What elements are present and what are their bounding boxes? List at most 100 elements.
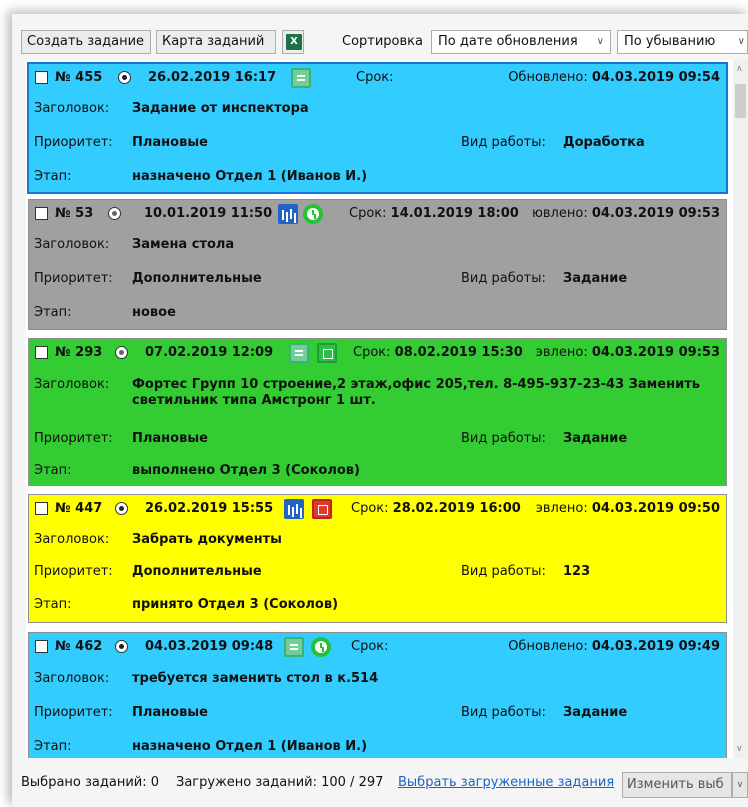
chevron-down-icon[interactable]: ∨ xyxy=(732,772,748,798)
title-label: Заголовок: xyxy=(34,101,110,116)
clock-icon xyxy=(311,637,331,657)
sort-order-select[interactable]: По убыванию ∨ xyxy=(617,30,748,54)
export-excel-button[interactable]: X xyxy=(282,30,304,54)
task-number: № 53 xyxy=(55,206,94,221)
task-card[interactable]: № 462 04.03.2019 09:48 Срок: Обновлено: … xyxy=(28,632,727,758)
task-number: № 447 xyxy=(55,501,103,516)
create-task-button[interactable]: Создать задание xyxy=(21,30,151,54)
title-label: Заголовок: xyxy=(34,671,110,686)
task-work-type: 123 xyxy=(563,564,591,579)
list-scrollbar[interactable]: ∧ ∨ xyxy=(733,60,748,758)
task-radio[interactable] xyxy=(115,640,128,653)
task-list: № 455 26.02.2019 16:17 Срок: Обновлено: … xyxy=(26,60,733,758)
task-stage: назначено Отдел 1 (Иванов И.) xyxy=(132,169,368,184)
select-loaded-link[interactable]: Выбрать загруженные задания xyxy=(398,775,614,790)
title-label: Заголовок: xyxy=(34,377,110,392)
sort-field-value: По дате обновления xyxy=(438,34,578,49)
task-number: № 293 xyxy=(55,345,103,360)
sort-order-value: По убыванию xyxy=(624,34,716,49)
task-card-header: № 462 04.03.2019 09:48 Срок: Обновлено: … xyxy=(29,633,726,663)
task-stage: выполнено Отдел 3 (Соколов) xyxy=(132,463,360,478)
scroll-up-icon[interactable]: ∧ xyxy=(736,64,743,74)
task-priority: Дополнительные xyxy=(132,271,262,286)
loaded-count: Загружено заданий: 100 / 297 xyxy=(176,775,384,790)
task-date: 26.02.2019 16:17 xyxy=(148,70,277,85)
task-radio[interactable] xyxy=(115,346,128,359)
task-work-type: Задание xyxy=(563,705,628,720)
stage-label: Этап: xyxy=(34,597,72,612)
title-label: Заголовок: xyxy=(34,532,110,547)
task-work-type: Задание xyxy=(563,431,628,446)
sort-label: Сортировка xyxy=(342,34,423,49)
stage-label: Этап: xyxy=(34,305,72,320)
task-map-button[interactable]: Карта заданий xyxy=(156,30,276,54)
task-checkbox[interactable] xyxy=(35,71,48,84)
task-stage: новое xyxy=(132,305,176,320)
stage-label: Этап: xyxy=(34,169,72,184)
task-card[interactable]: № 455 26.02.2019 16:17 Срок: Обновлено: … xyxy=(27,62,728,194)
task-priority: Плановые xyxy=(132,135,208,150)
task-updated: эвлено: 04.03.2019 09:53 xyxy=(535,345,720,360)
priority-label: Приоритет: xyxy=(34,135,113,150)
task-deadline-label: Срок: xyxy=(356,70,394,85)
task-card[interactable]: № 53 10.01.2019 11:50 Срок: 14.01.2019 1… xyxy=(28,199,727,330)
task-title: Фортес Групп 10 строение,2 этаж,офис 205… xyxy=(132,377,700,408)
bar-chart-icon xyxy=(284,499,304,519)
task-radio[interactable] xyxy=(118,71,131,84)
task-card-header: № 293 07.02.2019 12:09 Срок: 08.02.2019 … xyxy=(29,339,726,369)
document-icon xyxy=(284,637,304,657)
scroll-thumb[interactable] xyxy=(735,84,746,118)
chevron-down-icon: ∨ xyxy=(596,36,604,47)
work-type-label: Вид работы: xyxy=(461,271,546,286)
green-box-icon xyxy=(317,343,337,363)
task-title: Замена стола xyxy=(132,237,235,252)
red-box-icon xyxy=(312,499,332,519)
task-radio[interactable] xyxy=(115,502,128,515)
bar-chart-icon xyxy=(278,204,298,224)
task-number: № 455 xyxy=(55,70,103,85)
task-card-header: № 53 10.01.2019 11:50 Срок: 14.01.2019 1… xyxy=(29,200,726,230)
task-deadline: Срок: 08.02.2019 15:30 xyxy=(353,345,523,360)
chevron-down-icon: ∨ xyxy=(737,36,745,47)
task-radio[interactable] xyxy=(108,207,121,220)
work-type-label: Вид работы: xyxy=(461,705,546,720)
task-title: Задание от инспектора xyxy=(132,101,309,116)
task-stage: принято Отдел 3 (Соколов) xyxy=(132,597,339,612)
task-updated: Обновлено: 04.03.2019 09:49 xyxy=(508,639,720,654)
task-priority: Плановые xyxy=(132,431,208,446)
task-deadline: Срок: 14.01.2019 18:00 xyxy=(349,206,519,221)
task-priority: Дополнительные xyxy=(132,564,262,579)
task-number: № 462 xyxy=(55,639,103,654)
document-icon xyxy=(289,343,309,363)
task-stage: назначено Отдел 1 (Иванов И.) xyxy=(132,739,368,754)
task-checkbox[interactable] xyxy=(35,346,48,359)
task-card-header: № 455 26.02.2019 16:17 Срок: Обновлено: … xyxy=(29,64,726,94)
task-work-type: Задание xyxy=(563,271,628,286)
task-date: 04.03.2019 09:48 xyxy=(145,639,274,654)
task-updated: эвлено: 04.03.2019 09:50 xyxy=(535,501,720,516)
task-title: Забрать документы xyxy=(132,532,282,547)
task-updated: ювлено: 04.03.2019 09:53 xyxy=(531,206,720,221)
priority-label: Приоритет: xyxy=(34,431,113,446)
task-date: 07.02.2019 12:09 xyxy=(145,345,274,360)
document-icon xyxy=(291,68,311,88)
task-deadline-label: Срок: xyxy=(351,639,389,654)
excel-icon: X xyxy=(286,34,302,50)
priority-label: Приоритет: xyxy=(34,705,113,720)
task-deadline: Срок: 28.02.2019 16:00 xyxy=(351,501,521,516)
scroll-down-icon[interactable]: ∨ xyxy=(736,744,743,754)
clock-icon xyxy=(303,204,323,224)
change-selected-button[interactable]: Изменить выб xyxy=(622,772,732,798)
task-date: 26.02.2019 15:55 xyxy=(145,501,274,516)
work-type-label: Вид работы: xyxy=(461,431,546,446)
work-type-label: Вид работы: xyxy=(461,135,546,150)
task-checkbox[interactable] xyxy=(35,207,48,220)
sort-field-select[interactable]: По дате обновления ∨ xyxy=(431,30,611,54)
task-card[interactable]: № 293 07.02.2019 12:09 Срок: 08.02.2019 … xyxy=(28,338,727,486)
task-work-type: Доработка xyxy=(563,135,645,150)
task-checkbox[interactable] xyxy=(35,502,48,515)
task-card[interactable]: № 447 26.02.2019 15:55 Срок: 28.02.2019 … xyxy=(28,494,727,623)
priority-label: Приоритет: xyxy=(34,564,113,579)
task-priority: Плановые xyxy=(132,705,208,720)
task-checkbox[interactable] xyxy=(35,640,48,653)
